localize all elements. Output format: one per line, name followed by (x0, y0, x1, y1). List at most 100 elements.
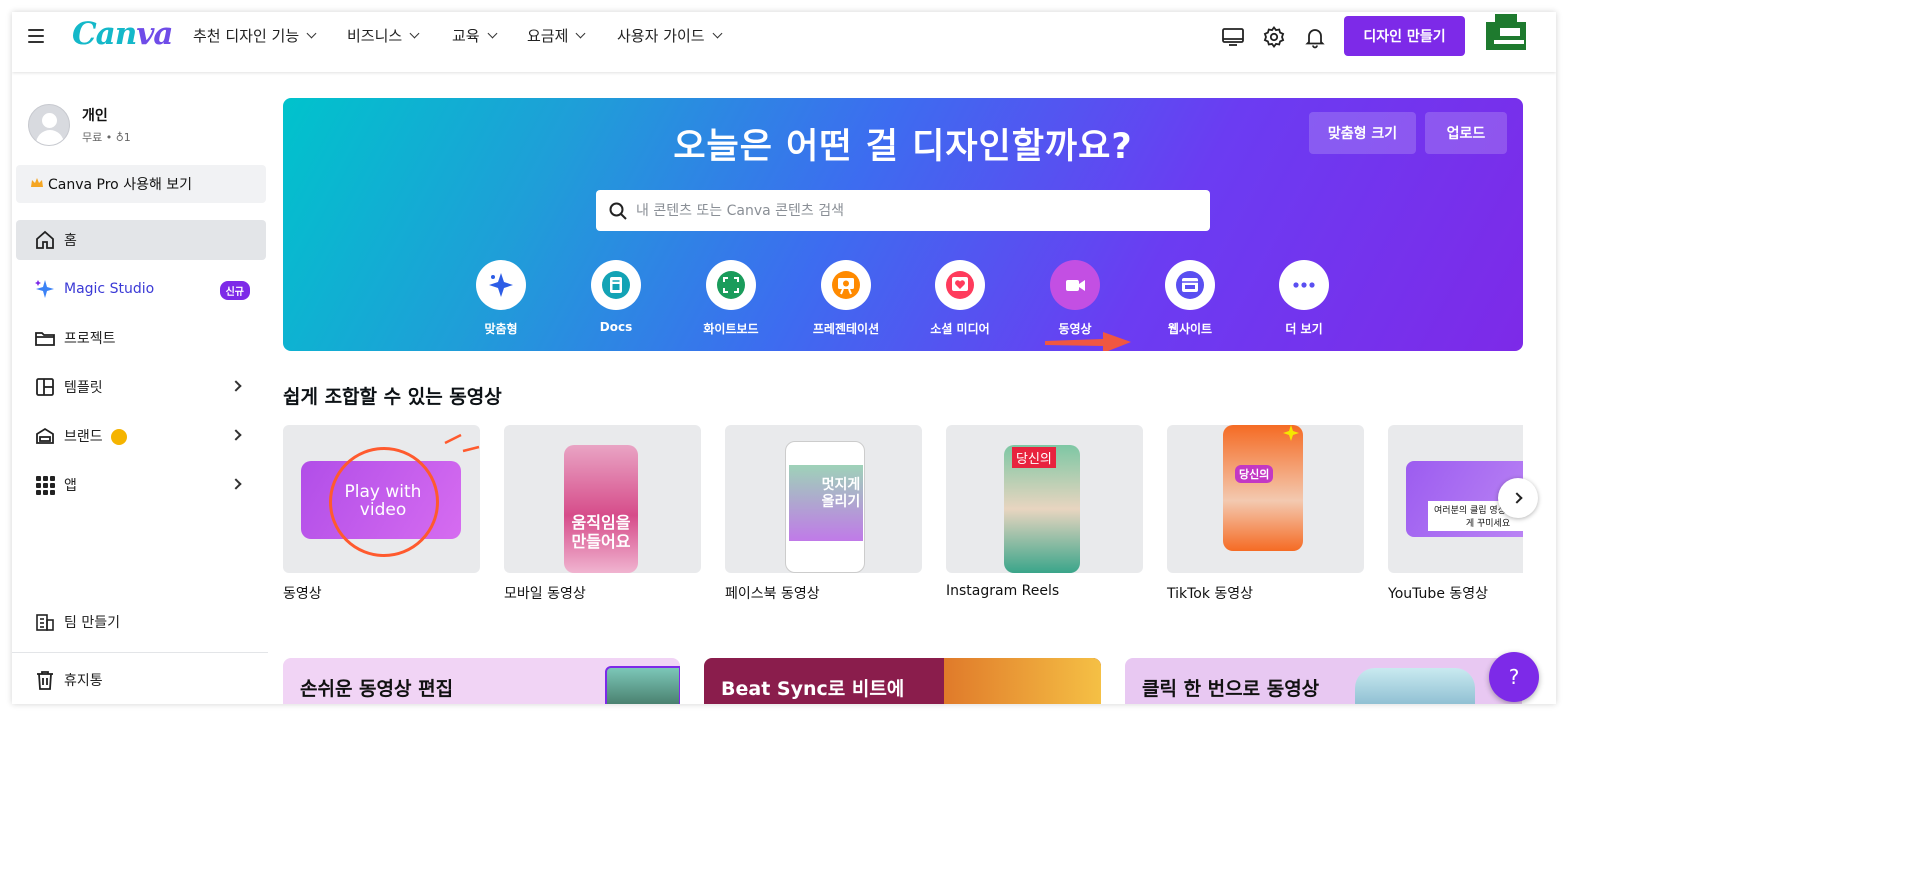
sidebar: 개인 무료 • ♁1 Canva Pro 사용해 보기 홈 Magic Stud… (12, 72, 272, 704)
sidebar-item-label: 팀 만들기 (64, 615, 120, 631)
nav-education[interactable]: 교육 (452, 25, 498, 46)
trash-icon (37, 671, 53, 690)
app-window: Canva 추천 디자인 기능 비즈니스 교육 요금제 사용자 가이드 디자인 … (12, 12, 1556, 704)
template-card-mobile-video[interactable]: 움직임을 만들어요 모바일 동영상 (504, 425, 701, 603)
category-social-media[interactable]: 소셜 미디어 (910, 260, 1010, 337)
category-presentation[interactable]: 프레젠테이션 (796, 260, 896, 337)
category-custom[interactable]: 맞춤형 (451, 260, 551, 337)
category-more[interactable]: 더 보기 (1254, 260, 1354, 337)
search-bar (596, 190, 1210, 231)
search-input[interactable] (636, 202, 1196, 219)
promo-text: 클릭 한 번으로 동영상 (1142, 678, 1320, 700)
category-label: 프레젠테이션 (812, 322, 880, 336)
template-card-youtube-video[interactable]: 여러분의 클립 영상을 자유롭게 꾸미세요 YouTube 동영상 (1388, 425, 1523, 603)
category-label: 웹사이트 (1167, 322, 1213, 336)
sidebar-divider (12, 652, 268, 653)
promo-card-one-click[interactable]: 클릭 한 번으로 동영상 (1125, 658, 1522, 704)
crown-icon (31, 178, 43, 187)
annotation-scribble-icon (444, 433, 480, 453)
sparkle-icon (489, 273, 513, 297)
sidebar-item-label: 프로젝트 (64, 331, 116, 347)
nav-business-label: 비즈니스 (347, 27, 403, 45)
new-badge: 신규 (219, 281, 250, 300)
nav-business[interactable]: 비즈니스 (347, 25, 420, 46)
card-label: YouTube 동영상 (1388, 586, 1489, 602)
carousel-next-button[interactable] (1498, 478, 1538, 518)
chevron-right-icon (230, 429, 242, 441)
try-pro-button[interactable]: Canva Pro 사용해 보기 (16, 165, 266, 203)
category-docs[interactable]: Docs (566, 260, 666, 334)
chevron-down-icon (575, 28, 586, 39)
template-thumbnail: 움직임을 만들어요 (504, 425, 701, 573)
team-icon (36, 614, 54, 631)
apps-grid-icon (36, 476, 55, 495)
template-thumbnail: 멋지게 올리기 (725, 425, 922, 573)
user-avatar[interactable] (1486, 14, 1530, 50)
promo-card-beat-sync[interactable]: Beat Sync로 비트에 (704, 658, 1101, 704)
sidebar-item-projects[interactable]: 프로젝트 (16, 318, 266, 358)
template-card-tiktok-video[interactable]: 당신의 TikTok 동영상 (1167, 425, 1364, 603)
category-label: 맞춤형 (484, 322, 518, 336)
sidebar-item-trash[interactable]: 휴지통 (16, 660, 266, 700)
card-label: 페이스북 동영상 (725, 586, 820, 602)
thumb-text: 당신의 (1235, 465, 1274, 483)
template-card-facebook-video[interactable]: 멋지게 올리기 페이스북 동영상 (725, 425, 922, 603)
chevron-down-icon (306, 28, 317, 39)
nav-guide[interactable]: 사용자 가이드 (617, 25, 723, 46)
sparkle-icon (35, 280, 54, 298)
hero-banner: 오늘은 어떤 걸 디자인할까요? 맞춤형 크기 업로드 맞춤형 Docs 화이트… (283, 98, 1523, 351)
top-nav: Canva 추천 디자인 기능 비즈니스 교육 요금제 사용자 가이드 디자인 … (12, 12, 1556, 72)
profile-plan: 무료 • ♁1 (82, 131, 131, 144)
sidebar-item-magic-studio[interactable]: Magic Studio 신규 (16, 269, 266, 309)
category-label: 화이트보드 (703, 322, 759, 336)
video-camera-icon (1066, 280, 1085, 291)
chevron-right-icon (230, 380, 242, 392)
sidebar-item-brand[interactable]: 브랜드 (16, 416, 266, 456)
template-carousel: Play with video 동영상 움직임을 만들어요 모바일 동영상 멋지… (283, 425, 1523, 625)
sidebar-item-apps[interactable]: 앱 (16, 465, 266, 505)
profile-switcher[interactable]: 개인 무료 • ♁1 (28, 104, 131, 146)
sidebar-item-templates[interactable]: 템플릿 (16, 367, 266, 407)
docs-icon (602, 271, 630, 299)
bell-icon[interactable] (1303, 25, 1327, 49)
create-design-button[interactable]: 디자인 만들기 (1344, 16, 1465, 56)
more-icon (1293, 282, 1315, 288)
profile-name: 개인 (82, 108, 108, 124)
category-website[interactable]: 웹사이트 (1140, 260, 1240, 337)
sidebar-item-label: 템플릿 (64, 380, 103, 396)
thumb-text: Play with video (344, 482, 422, 520)
category-video[interactable]: 동영상 (1025, 260, 1125, 337)
avatar (28, 104, 70, 146)
presentation-icon (832, 271, 860, 299)
category-whiteboard[interactable]: 화이트보드 (681, 260, 781, 337)
canva-logo[interactable]: Canva (72, 16, 173, 52)
try-pro-label: Canva Pro 사용해 보기 (48, 177, 193, 193)
heart-icon (946, 271, 974, 299)
card-label: 모바일 동영상 (504, 586, 586, 602)
custom-size-button[interactable]: 맞춤형 크기 (1309, 112, 1416, 154)
category-label: 소셜 미디어 (930, 322, 990, 336)
gear-icon[interactable] (1262, 25, 1286, 49)
sidebar-item-home[interactable]: 홈 (16, 220, 266, 260)
template-thumbnail: 당신의 (1167, 425, 1364, 573)
promo-card-easy-edit[interactable]: 손쉬운 동영상 편집 (283, 658, 680, 704)
desktop-icon[interactable] (1221, 25, 1245, 49)
sidebar-item-label: Magic Studio (64, 281, 155, 297)
thumb-text: 당신의 (1012, 447, 1056, 468)
upload-button[interactable]: 업로드 (1425, 112, 1507, 154)
home-icon (36, 230, 54, 249)
category-label: Docs (599, 320, 633, 334)
nav-guide-label: 사용자 가이드 (617, 27, 705, 45)
help-button[interactable]: ? (1489, 652, 1539, 702)
annotation-arrow-icon (1045, 332, 1131, 351)
sidebar-item-label: 홈 (64, 233, 77, 249)
template-card-video[interactable]: Play with video 동영상 (283, 425, 480, 603)
template-thumbnail: Play with video (283, 425, 480, 573)
template-card-instagram-reels[interactable]: 당신의 Instagram Reels (946, 425, 1143, 599)
nav-pricing[interactable]: 요금제 (527, 25, 586, 46)
thumb-text: 멋지게 올리기 (821, 477, 861, 510)
sidebar-item-create-team[interactable]: 팀 만들기 (16, 602, 266, 642)
folder-icon (35, 332, 55, 346)
nav-featured[interactable]: 추천 디자인 기능 (193, 25, 317, 46)
menu-icon[interactable] (28, 29, 44, 43)
